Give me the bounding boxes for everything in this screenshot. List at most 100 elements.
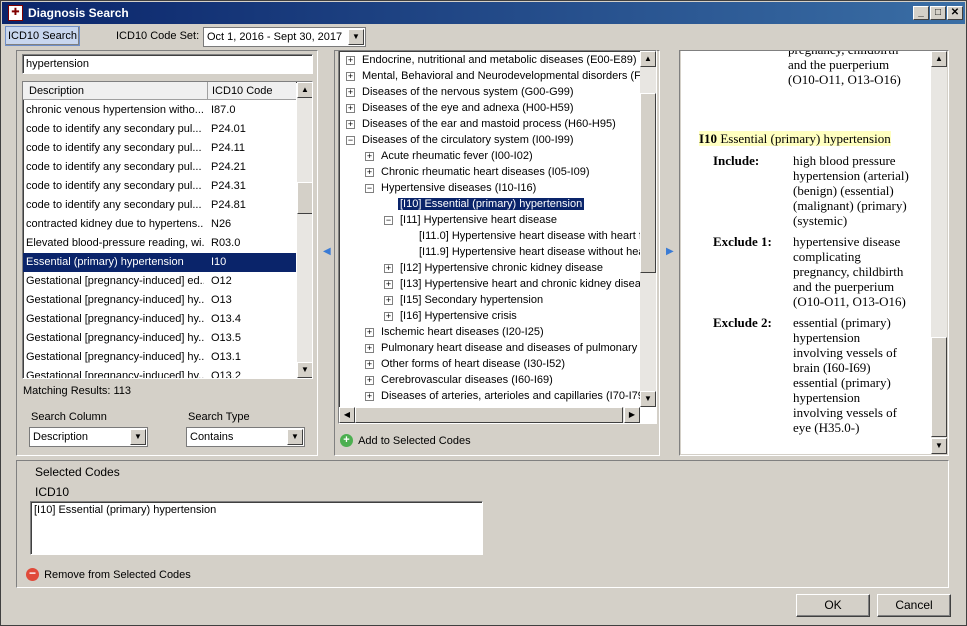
tree-node-label: [I11.0] Hypertensive heart disease with …	[419, 230, 649, 242]
detail-text-line: (O10-O11, O13-O16)	[788, 72, 901, 87]
ok-button[interactable]: OK	[796, 594, 870, 617]
scroll-thumb[interactable]	[640, 93, 656, 273]
collapse-icon[interactable]: −	[365, 184, 374, 193]
expand-icon[interactable]: +	[346, 104, 355, 113]
row-description: code to identify any secondary pul...	[26, 161, 202, 173]
scroll-thumb[interactable]	[931, 337, 947, 437]
table-row[interactable]: Gestational [pregnancy-induced] hy... O13…	[23, 329, 296, 348]
tree-node-label: [I10] Essential (primary) hypertension	[396, 197, 586, 211]
expand-icon[interactable]: +	[384, 264, 393, 273]
selected-codes-list[interactable]: [I10] Essential (primary) hypertension	[30, 501, 483, 555]
remove-from-selected-button[interactable]: − Remove from Selected Codes	[26, 567, 191, 581]
chevron-down-icon[interactable]: ▼	[348, 29, 364, 45]
code-set-select[interactable]: Oct 1, 2016 - Sept 30, 2017 ▼	[203, 27, 366, 47]
scroll-up-icon[interactable]: ▲	[640, 51, 656, 67]
table-row[interactable]: code to identify any secondary pul... P24…	[23, 196, 296, 215]
expand-icon[interactable]: +	[365, 152, 374, 161]
table-row[interactable]: Gestational [pregnancy-induced] hy... O13…	[23, 310, 296, 329]
close-button[interactable]: ✕	[947, 6, 963, 20]
scroll-left-icon[interactable]: ◀	[339, 407, 355, 423]
column-divider	[207, 82, 208, 100]
table-row[interactable]: Elevated blood-pressure reading, wi... R0…	[23, 234, 296, 253]
expand-icon[interactable]: +	[365, 328, 374, 337]
table-row[interactable]: Essential (primary) hypertension I10	[23, 253, 296, 272]
title-bar[interactable]: ✚ Diagnosis Search _ □ ✕	[2, 2, 965, 24]
expand-icon[interactable]: +	[384, 280, 393, 289]
row-description: Gestational [pregnancy-induced] hy...	[26, 332, 204, 344]
code-tree[interactable]: + Endocrine, nutritional and metabolic di…	[338, 50, 657, 424]
scroll-thumb[interactable]	[355, 407, 623, 423]
cancel-button[interactable]: Cancel	[877, 594, 951, 617]
tree-hscrollbar[interactable]: ◀ ▶	[339, 407, 640, 423]
scroll-right-icon[interactable]: ▶	[624, 407, 640, 423]
tree-node-label: Other forms of heart disease (I30-I52)	[381, 358, 566, 370]
tree-node-label: Cerebrovascular diseases (I60-I69)	[381, 374, 553, 386]
selected-code-item[interactable]: [I10] Essential (primary) hypertension	[34, 504, 216, 516]
results-scrollbar[interactable]: ▲ ▼	[297, 82, 312, 378]
row-description: Gestational [pregnancy-induced] hy...	[26, 370, 204, 379]
search-type-select[interactable]: Contains ▼	[186, 427, 305, 447]
maximize-button[interactable]: □	[930, 6, 946, 20]
table-row[interactable]: code to identify any secondary pul... P24…	[23, 177, 296, 196]
collapse-left-icon[interactable]: ◀	[323, 246, 331, 257]
table-row[interactable]: Gestational [pregnancy-induced] ed... O12	[23, 272, 296, 291]
expand-icon[interactable]: +	[365, 344, 374, 353]
matching-results: Matching Results: 113	[23, 385, 132, 397]
column-header-description[interactable]: Description	[29, 85, 84, 97]
scroll-down-icon[interactable]: ▼	[297, 362, 312, 378]
collapse-right-icon[interactable]: ▶	[666, 246, 674, 257]
scroll-thumb[interactable]	[297, 182, 312, 214]
app-icon: ✚	[8, 5, 23, 21]
include-text-line: (systemic)	[793, 213, 848, 228]
expand-icon[interactable]: +	[365, 360, 374, 369]
expand-icon[interactable]: +	[346, 56, 355, 65]
tree-node-label: [I13] Hypertensive heart and chronic kid…	[400, 278, 647, 290]
table-row[interactable]: contracted kidney due to hypertens... N26	[23, 215, 296, 234]
row-code: N26	[211, 218, 232, 230]
expand-icon[interactable]: +	[384, 312, 393, 321]
expand-icon[interactable]: +	[346, 88, 355, 97]
tree-node-label: Endocrine, nutritional and metabolic dis…	[362, 54, 637, 66]
scroll-up-icon[interactable]: ▲	[297, 82, 312, 98]
table-row[interactable]: Gestational [pregnancy-induced] hy... O13…	[23, 348, 296, 367]
chevron-down-icon[interactable]: ▼	[130, 429, 146, 445]
row-code: P24.11	[211, 142, 246, 154]
expand-icon[interactable]: +	[346, 72, 355, 81]
minimize-button[interactable]: _	[913, 6, 929, 20]
collapse-icon[interactable]: −	[346, 136, 355, 145]
expand-icon[interactable]: +	[346, 120, 355, 129]
detail-text-line: and the puerperium	[788, 57, 890, 72]
expand-icon[interactable]: +	[365, 168, 374, 177]
scroll-down-icon[interactable]: ▼	[640, 391, 656, 407]
include-text-line: (benign) (essential)	[793, 183, 894, 198]
add-to-selected-button[interactable]: + Add to Selected Codes	[340, 434, 471, 447]
table-row[interactable]: Gestational [pregnancy-induced] hy... O13	[23, 291, 296, 310]
tab-icd10-search[interactable]: ICD10 Search	[5, 26, 80, 46]
exclude1-label: Exclude 1:	[713, 234, 772, 249]
selected-codes-group: ICD10	[35, 485, 70, 499]
scroll-down-icon[interactable]: ▼	[931, 438, 947, 454]
expand-icon[interactable]: +	[365, 392, 374, 401]
search-input[interactable]: hypertension	[22, 54, 313, 74]
table-row[interactable]: code to identify any secondary pul... P24…	[23, 139, 296, 158]
dialog-window: ✚ Diagnosis Search _ □ ✕ ICD10 Search IC…	[0, 0, 967, 626]
chevron-down-icon[interactable]: ▼	[287, 429, 303, 445]
tree-vscrollbar[interactable]: ▲ ▼	[640, 51, 656, 407]
search-column-select[interactable]: Description ▼	[29, 427, 148, 447]
code-set-value: Oct 1, 2016 - Sept 30, 2017	[207, 31, 343, 43]
results-grid[interactable]: Description ICD10 Code chronic venous hy…	[22, 81, 313, 379]
detail-scrollbar[interactable]: ▲ ▼	[931, 51, 947, 454]
exclude2-label: Exclude 2:	[713, 315, 772, 330]
table-row[interactable]: Gestational [pregnancy-induced] hy... O13…	[23, 367, 296, 379]
table-row[interactable]: chronic venous hypertension witho... I87.…	[23, 101, 296, 120]
expand-icon[interactable]: +	[365, 376, 374, 385]
tree-node-label: Diseases of the circulatory system (I00-…	[362, 134, 574, 146]
table-row[interactable]: code to identify any secondary pul... P24…	[23, 158, 296, 177]
column-header-code[interactable]: ICD10 Code	[212, 85, 273, 97]
collapse-icon[interactable]: −	[384, 216, 393, 225]
table-row[interactable]: code to identify any secondary pul... P24…	[23, 120, 296, 139]
expand-icon[interactable]: +	[384, 296, 393, 305]
row-description: chronic venous hypertension witho...	[26, 104, 204, 116]
detail-heading-text: Essential (primary) hypertension	[717, 131, 891, 146]
scroll-up-icon[interactable]: ▲	[931, 51, 947, 67]
